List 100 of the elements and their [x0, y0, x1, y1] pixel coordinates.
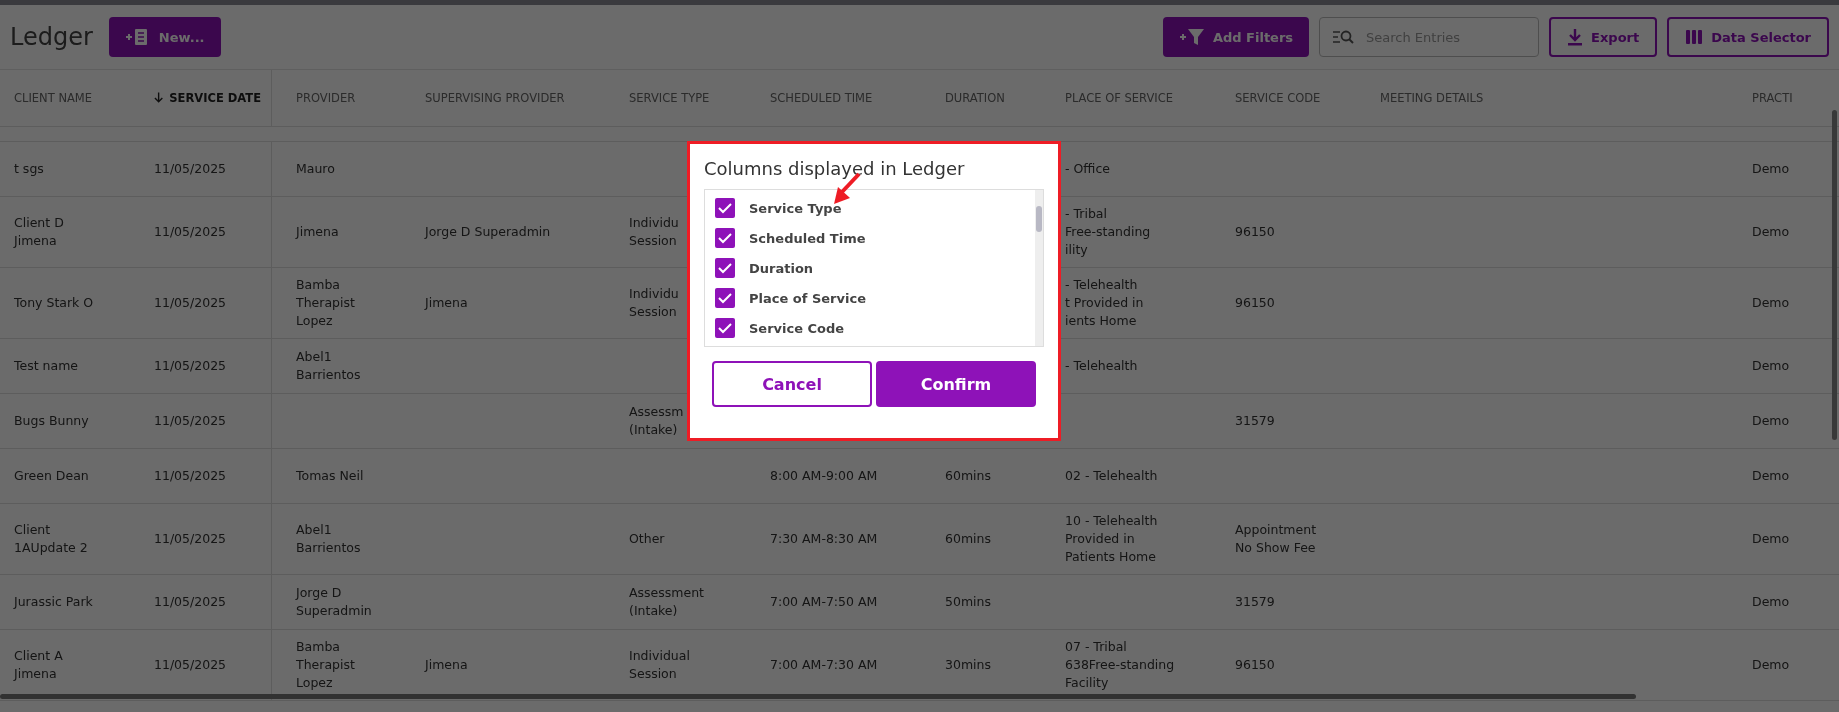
list-scrollbar[interactable] [1035, 190, 1043, 346]
column-header[interactable]: SERVICE TYPE [605, 89, 746, 107]
column-header[interactable]: SCHEDULED TIME [746, 89, 921, 107]
vertical-scrollbar[interactable] [1832, 110, 1837, 440]
table-cell: 11/05/2025 [154, 530, 227, 548]
table-cell: 7:00 AM-7:50 AM [770, 593, 878, 611]
table-cell: Bamba Therapist Lopez [296, 276, 355, 330]
table-cell: Bugs Bunny [14, 412, 89, 430]
table-cell: Client A Jimena [14, 647, 63, 683]
sort-down-icon [154, 92, 164, 104]
table-cell: 7:00 AM-7:30 AM [770, 656, 878, 674]
table-cell: Assessment (Intake) [629, 584, 704, 620]
table-cell: 50mins [945, 593, 991, 611]
table-cell: Demo [1752, 357, 1790, 375]
table-cell: 07 - Tribal 638Free-standing Facility [1065, 638, 1175, 692]
table-cell: Demo [1752, 593, 1790, 611]
table-cell: Individu Session [629, 214, 679, 250]
table-cell: Client 1AUpdate 2 [14, 521, 88, 557]
option-label: Service Type [749, 200, 842, 216]
checkbox[interactable] [715, 228, 735, 248]
confirm-button[interactable]: Confirm [876, 361, 1036, 407]
table-cell: Demo [1752, 412, 1790, 430]
table-cell: - Telehealth t Provided in ients Home [1065, 276, 1144, 330]
table-cell: Individual Session [629, 647, 690, 683]
table-cell: 31579 [1235, 412, 1275, 430]
column-header[interactable]: MEETING DETAILS [1356, 89, 1728, 107]
table-cell: Jimena [425, 656, 468, 674]
table-cell: Other [629, 530, 665, 548]
table-cell: 02 - Telehealth [1065, 467, 1158, 485]
table-cell: 11/05/2025 [154, 593, 227, 611]
checkbox[interactable] [715, 318, 735, 338]
column-header[interactable]: PRACTI [1728, 89, 1839, 107]
table-cell: 30mins [945, 656, 991, 674]
checkbox[interactable] [715, 258, 735, 278]
table-cell: 11/05/2025 [154, 294, 227, 312]
table-cell: Tony Stark O [14, 294, 94, 312]
table-cell: Mauro [296, 160, 335, 178]
table-cell: Abel1 Barrientos [296, 348, 361, 384]
table-cell: Demo [1752, 294, 1790, 312]
table-cell: 11/05/2025 [154, 467, 227, 485]
table-cell: - Office [1065, 160, 1110, 178]
add-filters-button[interactable]: Add Filters [1162, 17, 1310, 57]
table-cell: 10 - Telehealth Provided in Patients Home [1065, 512, 1158, 566]
table-cell: Demo [1752, 656, 1790, 674]
table-cell: t sgs [14, 160, 44, 178]
checkbox[interactable] [715, 288, 735, 308]
column-header[interactable]: PLACE OF SERVICE [1041, 89, 1211, 107]
download-icon [1567, 28, 1584, 46]
page-title: Ledger [10, 23, 93, 51]
table-cell: Demo [1752, 530, 1790, 548]
table-cell: Individu Session [629, 285, 679, 321]
data-selector-button[interactable]: Data Selector [1667, 17, 1829, 57]
table-cell: Demo [1752, 160, 1790, 178]
column-header[interactable]: CLIENT NAME [0, 89, 130, 107]
checkbox[interactable] [715, 198, 735, 218]
table-cell: 7:30 AM-8:30 AM [770, 530, 878, 548]
table-cell: Green Dean [14, 467, 89, 485]
column-header[interactable]: DURATION [921, 89, 1041, 107]
export-button[interactable]: Export [1549, 17, 1658, 57]
table-cell: 96150 [1235, 223, 1275, 241]
table-cell: 96150 [1235, 656, 1275, 674]
table-cell: Appointment No Show Fee [1235, 521, 1317, 557]
table-cell: - Tribal Free-standing ility [1065, 205, 1151, 259]
table-cell: 60mins [945, 530, 991, 548]
table-cell: 11/05/2025 [154, 656, 227, 674]
column-header[interactable]: SUPERVISING PROVIDER [401, 89, 605, 107]
table-cell: - Telehealth [1065, 357, 1138, 375]
option-label: Service Code [749, 320, 845, 336]
table-cell: Tomas Neil [296, 467, 364, 485]
table-cell: Jorge D Superadmin [425, 223, 551, 241]
table-cell: 11/05/2025 [154, 357, 227, 375]
table-cell: Assessm (Intake) [629, 403, 684, 439]
column-header[interactable]: PROVIDER [272, 89, 401, 107]
table-cell: 96150 [1235, 294, 1275, 312]
table-cell: Jurassic Park [14, 593, 93, 611]
option-label: Scheduled Time [749, 230, 866, 246]
new-button[interactable]: New... [108, 17, 221, 57]
option-label: Place of Service [749, 290, 866, 306]
table-cell: 31579 [1235, 593, 1275, 611]
table-cell: 11/05/2025 [154, 412, 227, 430]
table-cell: Jorge D Superadmin [296, 584, 372, 620]
table-cell: Jimena [296, 223, 339, 241]
option-label: Duration [749, 260, 814, 276]
columns-icon [1685, 29, 1704, 45]
add-filter-icon [1178, 28, 1205, 46]
table-cell: Abel1 Barrientos [296, 521, 361, 557]
table-cell: 8:00 AM-9:00 AM [770, 467, 878, 485]
table-cell: 11/05/2025 [154, 223, 227, 241]
column-header[interactable]: SERVICE DATE [130, 70, 272, 126]
table-cell: Bamba Therapist Lopez [296, 638, 355, 692]
table-cell: Demo [1752, 467, 1790, 485]
table-cell: Demo [1752, 223, 1790, 241]
horizontal-scrollbar[interactable] [0, 694, 1636, 699]
table-cell: Jimena [425, 294, 468, 312]
dialog-title: Columns displayed in Ledger [704, 158, 966, 179]
table-cell: Test name [14, 357, 79, 375]
cancel-button[interactable]: Cancel [712, 361, 872, 407]
column-header[interactable]: SERVICE CODE [1211, 89, 1356, 107]
table-cell: 60mins [945, 467, 991, 485]
table-cell: 11/05/2025 [154, 160, 227, 178]
